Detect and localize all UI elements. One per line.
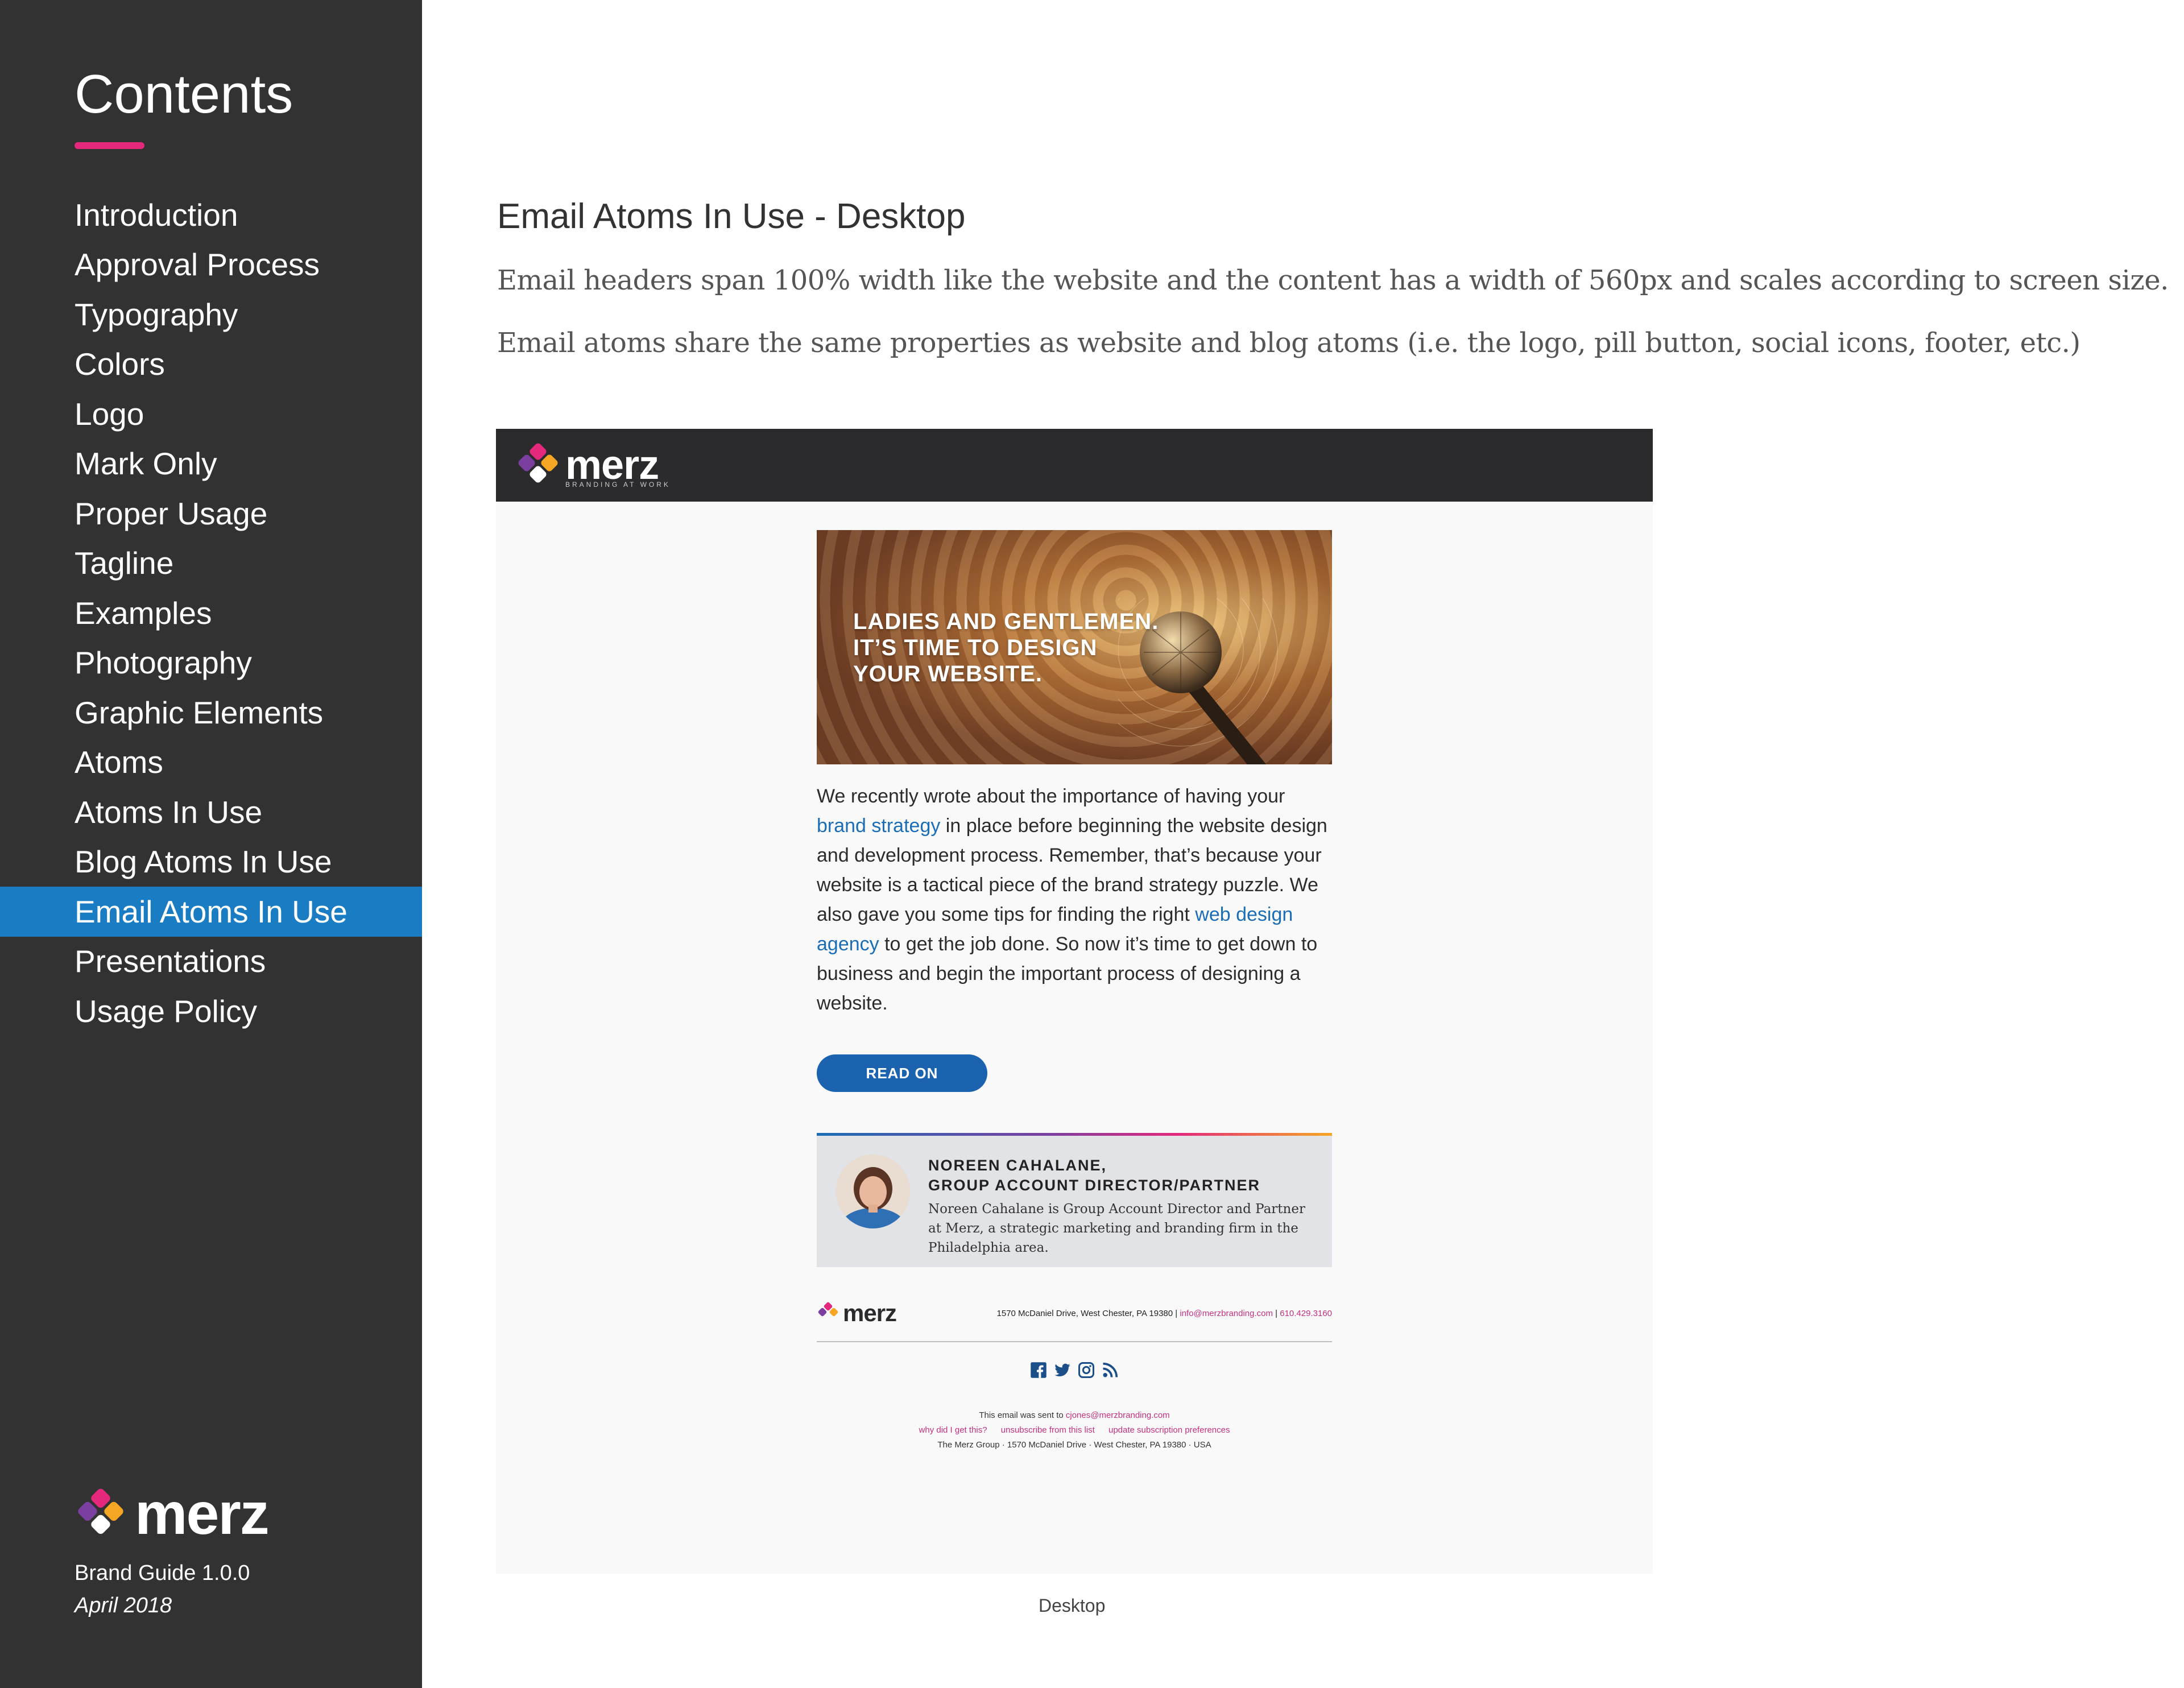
description-paragraph-2: Email atoms share the same properties as… <box>497 327 2080 359</box>
hero-line-2: IT’S TIME TO DESIGN <box>853 635 1098 660</box>
sidebar-item-proper-usage[interactable]: Proper Usage <box>0 489 422 539</box>
sidebar-nav: Introduction Approval Process Typography… <box>0 190 422 1036</box>
hero-image[interactable]: LADIES AND GENTLEMEN. IT’S TIME TO DESIG… <box>817 530 1332 764</box>
sidebar-item-usage-policy[interactable]: Usage Policy <box>0 986 422 1036</box>
sidebar-item-atoms[interactable]: Atoms <box>0 738 422 788</box>
sidebar-item-tagline[interactable]: Tagline <box>0 539 422 589</box>
footer-address: 1570 McDaniel Drive, West Chester, PA 19… <box>996 1308 1180 1318</box>
author-name-line-2: GROUP ACCOUNT DIRECTOR/PARTNER <box>928 1177 1261 1194</box>
sidebar: Contents Introduction Approval Process T… <box>0 0 422 1688</box>
footer-phone-link[interactable]: 610.429.3160 <box>1280 1309 1332 1318</box>
hero-headline: LADIES AND GENTLEMEN. IT’S TIME TO DESIG… <box>853 609 1159 687</box>
sidebar-logo-word: merz <box>135 1481 270 1547</box>
sidebar-logo: merz <box>75 1481 270 1547</box>
email-header-tagline: BRANDING AT WORK <box>565 481 671 489</box>
merz-mark-icon <box>818 1302 838 1317</box>
description-paragraph-1: Email headers span 100% width like the w… <box>497 264 2169 296</box>
rss-icon[interactable] <box>1102 1362 1119 1379</box>
sidebar-item-mark-only[interactable]: Mark Only <box>0 439 422 489</box>
hero-line-1: LADIES AND GENTLEMEN. <box>853 609 1159 634</box>
email-header: merz BRANDING AT WORK <box>496 429 1653 502</box>
brand-guide-date: April 2018 <box>75 1594 172 1617</box>
body-text-part-3: to get the job done. So now it’s time to… <box>817 933 1318 1014</box>
sent-to-prefix: This email was sent to <box>979 1410 1066 1420</box>
twitter-icon[interactable] <box>1054 1362 1071 1379</box>
footer-email-link[interactable]: info@merzbranding.com <box>1180 1309 1273 1318</box>
why-did-i-get-this-link[interactable]: why did I get this? <box>919 1425 987 1435</box>
footer-divider <box>817 1341 1332 1342</box>
social-icons <box>817 1362 1332 1379</box>
preview-caption: Desktop <box>1039 1595 1106 1616</box>
sidebar-item-colors[interactable]: Colors <box>0 340 422 390</box>
author-card: NOREEN CAHALANE, GROUP ACCOUNT DIRECTOR/… <box>817 1133 1332 1267</box>
instagram-icon[interactable] <box>1078 1362 1095 1379</box>
contents-underline <box>75 142 144 149</box>
sidebar-item-presentations[interactable]: Presentations <box>0 937 422 987</box>
email-header-logo-word: merz <box>565 442 659 488</box>
page-title: Email Atoms In Use - Desktop <box>497 197 966 236</box>
sidebar-item-introduction[interactable]: Introduction <box>0 190 422 240</box>
sidebar-item-examples[interactable]: Examples <box>0 588 422 638</box>
brand-strategy-link[interactable]: brand strategy <box>817 815 940 837</box>
footer-contact: 1570 McDaniel Drive, West Chester, PA 19… <box>997 1309 1332 1318</box>
sidebar-item-typography[interactable]: Typography <box>0 289 422 340</box>
merz-mark-icon <box>78 1488 123 1534</box>
email-preference-links: why did I get this? unsubscribe from thi… <box>817 1423 1332 1438</box>
sidebar-item-blog-atoms-in-use[interactable]: Blog Atoms In Use <box>0 837 422 887</box>
sent-to-email-link[interactable]: cjones@merzbranding.com <box>1066 1410 1170 1420</box>
body-text-part-1: We recently wrote about the importance o… <box>817 785 1285 807</box>
email-legal-footer: This email was sent to cjones@merzbrandi… <box>817 1408 1332 1453</box>
email-preview: merz BRANDING AT WORK LADIES AND GENTLEM… <box>496 429 1653 1574</box>
update-preferences-link[interactable]: update subscription preferences <box>1108 1425 1230 1435</box>
sidebar-item-email-atoms-in-use[interactable]: Email Atoms In Use <box>0 887 422 937</box>
footer-logo-word: merz <box>843 1300 897 1326</box>
email-content-column: LADIES AND GENTLEMEN. IT’S TIME TO DESIG… <box>817 530 1332 1453</box>
sidebar-item-graphic-elements[interactable]: Graphic Elements <box>0 688 422 738</box>
avatar <box>836 1155 910 1228</box>
read-on-button[interactable]: READ ON <box>817 1054 987 1092</box>
hero-line-3: YOUR WEBSITE. <box>853 661 1043 686</box>
sent-to-line: This email was sent to cjones@merzbrandi… <box>817 1408 1332 1423</box>
merz-mark-icon <box>518 443 558 483</box>
author-name: NOREEN CAHALANE, GROUP ACCOUNT DIRECTOR/… <box>928 1156 1260 1195</box>
contents-title: Contents <box>75 64 293 125</box>
sidebar-item-atoms-in-use[interactable]: Atoms In Use <box>0 787 422 837</box>
sidebar-item-photography[interactable]: Photography <box>0 638 422 688</box>
organization-address: The Merz Group · 1570 McDaniel Drive · W… <box>937 1440 1211 1450</box>
email-footer-row: merz 1570 McDaniel Drive, West Chester, … <box>817 1301 1332 1325</box>
author-name-line-1: NOREEN CAHALANE, <box>928 1157 1107 1174</box>
sidebar-item-approval-process[interactable]: Approval Process <box>0 240 422 290</box>
sidebar-item-logo[interactable]: Logo <box>0 389 422 439</box>
facebook-icon[interactable] <box>1030 1362 1047 1379</box>
author-bio: Noreen Cahalane is Group Account Directo… <box>928 1202 1305 1255</box>
email-body-text: We recently wrote about the importance o… <box>817 781 1332 1018</box>
brand-guide-version: Brand Guide 1.0.0 <box>75 1561 250 1585</box>
author-photo <box>836 1155 910 1228</box>
footer-logo[interactable]: merz <box>817 1300 897 1326</box>
footer-separator: | <box>1273 1308 1280 1318</box>
unsubscribe-link[interactable]: unsubscribe from this list <box>1001 1425 1095 1435</box>
author-card-gradient-bar <box>817 1133 1332 1136</box>
